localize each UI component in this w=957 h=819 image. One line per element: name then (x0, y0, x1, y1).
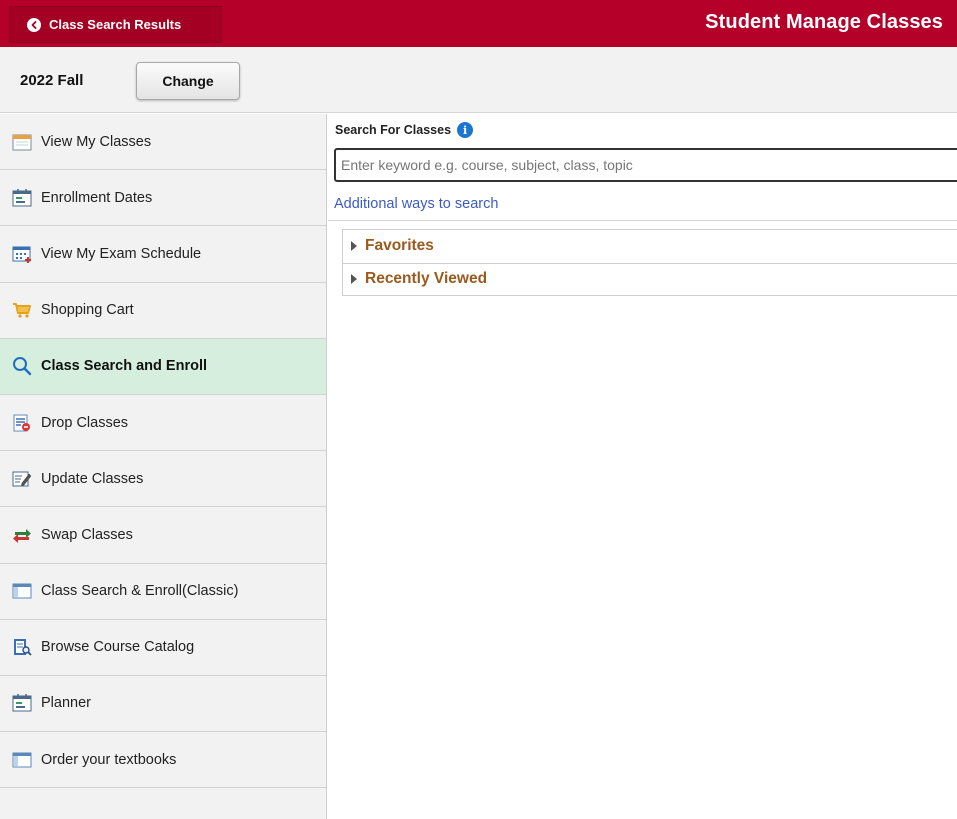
sidebar-item-label: View My Classes (41, 133, 152, 150)
sidebar-item-swap-classes[interactable]: Swap Classes (0, 507, 326, 564)
term-bar: 2022 Fall Change (0, 47, 957, 113)
term-label: 2022 Fall (20, 72, 84, 89)
chevron-left-icon (27, 17, 41, 32)
calendar-icon (11, 132, 32, 152)
sidebar-item-label: View My Exam Schedule (41, 245, 202, 262)
swap-arrows-icon (11, 525, 32, 545)
sidebar-item-label: Shopping Cart (41, 302, 134, 319)
window-icon (11, 750, 32, 770)
sidebar-item-order-your-textbooks[interactable]: Order your textbooks (0, 732, 326, 789)
sidebar-item-label: Update Classes (41, 470, 144, 487)
sidebar-item-class-search-and-enroll[interactable]: Class Search and Enroll (0, 338, 326, 395)
group-label: Recently Viewed (365, 270, 488, 288)
caret-right-icon (351, 274, 357, 285)
page-title: Student Manage Classes (705, 11, 943, 33)
favorites-group-header[interactable]: Favorites (343, 230, 957, 263)
sidebar-item-label: Browse Course Catalog (41, 639, 195, 656)
sidebar-item-label: Class Search & Enroll(Classic) (41, 583, 239, 600)
sidebar-item-drop-classes[interactable]: Drop Classes (0, 395, 326, 452)
collapsible-groups: Favorites Recently Viewed (342, 229, 957, 296)
class-search-results-back-button[interactable]: Class Search Results (9, 6, 222, 43)
shopping-cart-icon (11, 300, 32, 320)
sidebar-item-label: Order your textbooks (41, 751, 177, 768)
group-label: Favorites (365, 237, 434, 255)
divider (328, 220, 957, 221)
back-button-label: Class Search Results (49, 17, 182, 32)
sidebar-item-class-search-enroll-classic[interactable]: Class Search & Enroll(Classic) (0, 564, 326, 620)
calendar-dates-icon (11, 188, 32, 208)
sidebar-item-planner[interactable]: Planner (0, 676, 326, 733)
drop-list-icon (11, 413, 32, 433)
main-content: Search For Classes i Additional ways to … (328, 114, 957, 819)
search-header: Search For Classes i (335, 122, 474, 138)
sidebar-item-shopping-cart[interactable]: Shopping Cart (0, 283, 326, 339)
sidebar-item-label: Drop Classes (41, 414, 129, 431)
search-for-classes-title: Search For Classes (335, 123, 452, 137)
planner-calendar-icon (11, 693, 32, 713)
sidebar-item-view-my-exam-schedule[interactable]: View My Exam Schedule (0, 226, 326, 283)
sidebar-item-label: Swap Classes (41, 526, 133, 543)
change-term-button[interactable]: Change (136, 62, 240, 100)
recently-viewed-group-header[interactable]: Recently Viewed (343, 262, 957, 296)
sidebar-item-label: Planner (41, 695, 91, 712)
sidebar-item-browse-course-catalog[interactable]: Browse Course Catalog (0, 620, 326, 676)
search-icon (11, 356, 32, 376)
caret-right-icon (351, 241, 357, 252)
sidebar-item-label: Enrollment Dates (41, 189, 153, 206)
search-input[interactable] (334, 148, 957, 182)
calendar-add-icon (11, 244, 32, 264)
sidebar-item-enrollment-dates[interactable]: Enrollment Dates (0, 170, 326, 227)
sidebar-item-label: Class Search and Enroll (41, 358, 208, 375)
window-icon (11, 581, 32, 601)
sidebar-item-view-my-classes[interactable]: View My Classes (0, 114, 326, 171)
sidebar-item-update-classes[interactable]: Update Classes (0, 451, 326, 508)
info-icon[interactable]: i (457, 122, 474, 138)
additional-ways-to-search-link[interactable]: Additional ways to search (334, 196, 498, 212)
catalog-search-icon (11, 637, 32, 657)
edit-document-icon (11, 469, 32, 489)
sidebar-nav: View My Classes Enrollment Dates View My… (0, 114, 327, 819)
app-header: Class Search Results Student Manage Clas… (0, 0, 957, 47)
